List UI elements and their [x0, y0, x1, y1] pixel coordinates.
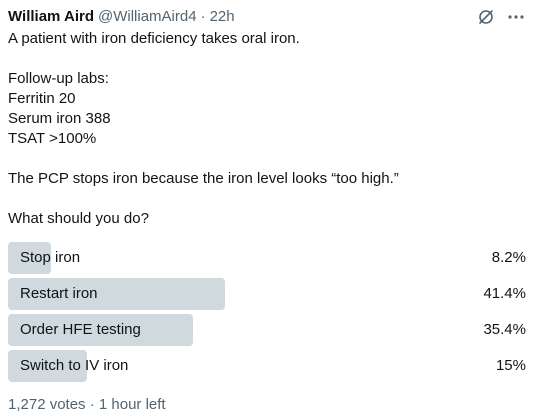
poll-option-restart-iron[interactable]: Restart iron 41.4%	[8, 278, 532, 310]
poll-option-switch-to-iv-iron[interactable]: Switch to IV iron 15%	[8, 350, 532, 382]
text-line: A patient with iron deficiency takes ora…	[8, 30, 300, 47]
text-line	[8, 49, 532, 69]
separator-dot: ·	[200, 8, 206, 25]
tweet-time[interactable]: 22h	[210, 6, 235, 28]
poll-option-stop-iron[interactable]: Stop iron 8.2%	[8, 242, 532, 274]
header-actions	[476, 7, 526, 27]
tweet-header: William Aird @WilliamAird4 · 22h	[8, 6, 532, 28]
more-icon[interactable]	[506, 7, 526, 27]
poll-option-label: Switch to IV iron	[20, 357, 129, 374]
poll-footer: 1,272 votes · 1 hour left	[8, 396, 166, 413]
poll-option-percent: 35.4%	[483, 321, 526, 338]
poll-option-percent: 41.4%	[483, 285, 526, 302]
poll-option-percent: 8.2%	[491, 249, 526, 266]
poll-option-label: Restart iron	[20, 285, 98, 302]
text-line: TSAT >100%	[8, 130, 97, 147]
poll-option-percent: 15%	[495, 357, 526, 374]
author-name[interactable]: William Aird	[8, 6, 94, 28]
poll: Stop iron 8.2% Restart iron 41.4% Order …	[8, 242, 532, 386]
text-line	[8, 189, 532, 209]
text-line: The PCP stops iron because the iron leve…	[8, 170, 399, 187]
text-line: Serum iron 388	[8, 110, 111, 127]
text-line: Ferritin 20	[8, 90, 76, 107]
text-line	[8, 149, 532, 169]
poll-option-label: Stop iron	[20, 249, 81, 266]
text-line: What should you do?	[8, 210, 149, 227]
grok-icon[interactable]	[476, 7, 496, 27]
tweet-text: A patient with iron deficiency takes ora…	[8, 29, 532, 229]
poll-option-order-hfe-testing[interactable]: Order HFE testing 35.4%	[8, 314, 532, 346]
tweet: William Aird @WilliamAird4 · 22h A patie…	[8, 6, 532, 413]
poll-option-label: Order HFE testing	[20, 321, 141, 338]
text-line: Follow-up labs:	[8, 70, 109, 87]
author-handle[interactable]: @WilliamAird4	[98, 6, 197, 28]
